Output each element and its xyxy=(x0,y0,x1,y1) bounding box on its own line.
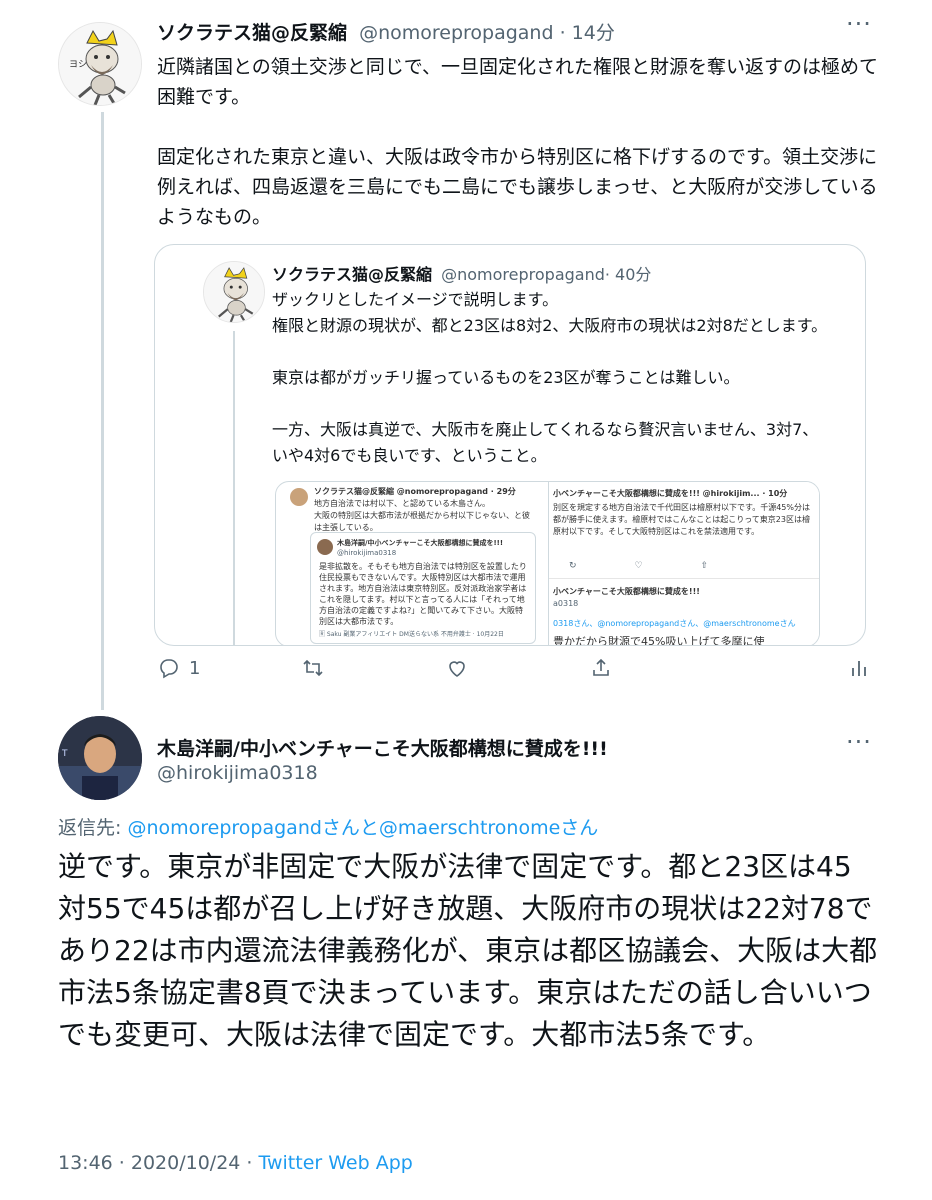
share-button[interactable] xyxy=(589,656,613,680)
tweet-time[interactable]: · 14分 xyxy=(560,22,615,44)
quoted-tweet-time: · 40分 xyxy=(604,265,652,284)
avatar[interactable]: ヨシ xyxy=(58,22,142,106)
retweet-icon xyxy=(303,659,323,677)
reply-target-links[interactable]: @nomorepropagandさんと@maerschtronomeさん xyxy=(127,817,598,839)
reply-prefix: 返信先: xyxy=(58,817,128,839)
screenshot-right-header: 小ベンチャーこそ大阪都構想に賛成を!!! @hirokijim... · 10分 xyxy=(553,489,788,498)
reply-context: 返信先: @nomorepropagandさんと@maerschtronomeさ… xyxy=(58,813,598,840)
tweet-text: 逆です。東京が非固定で大阪が法律で固定です。都と23区は45対55で45は都が召… xyxy=(58,850,878,1051)
profile-photo: T xyxy=(58,716,142,800)
author-handle[interactable]: @nomorepropagand xyxy=(359,22,553,44)
screenshot-right-panel: 小ベンチャーこそ大阪都構想に賛成を!!! @hirokijim... · 10分… xyxy=(548,482,819,646)
tweet-header: ソクラテス猫@反緊縮 @nomorepropagand · 14分 xyxy=(157,18,877,45)
screenshot-right-text: 別区を規定する地方自治法で千代田区は檜原村以下です。千源45%分は都が勝手に使え… xyxy=(553,503,810,536)
screenshot-left-line: 大阪の特別区は大都市法が根拠だから村以下じゃない、と彼は主張している。 xyxy=(314,511,530,532)
avatar xyxy=(203,261,265,323)
share-icon xyxy=(593,658,609,676)
author-handle[interactable]: @hirokijima0318 xyxy=(157,762,318,784)
reply-count: 1 xyxy=(189,657,201,679)
screenshot-right-reply: 0318さん、@nomorepropagandさん、@maerschtronom… xyxy=(553,619,796,628)
quoted-author-handle: @nomorepropagand xyxy=(441,265,605,284)
screenshot-right-text: 豊かだから財源で45%吸い上げて多摩に使 xyxy=(553,636,765,646)
thread-connector xyxy=(233,331,235,645)
thread-connector xyxy=(101,112,104,710)
analytics-button[interactable] xyxy=(847,656,871,680)
screenshot-left-header: ソクラテス猫@反緊縮 @nomorepropagand · 29分 xyxy=(314,487,516,496)
avatar[interactable]: T xyxy=(58,716,142,800)
tweet-action-bar: 1 xyxy=(157,656,877,692)
author-name[interactable]: 木島洋嗣/中小ベンチャーこそ大阪都構想に賛成を!!! xyxy=(157,734,608,761)
avatar xyxy=(317,539,333,555)
screenshot-right-header: 小ベンチャーこそ大阪都構想に賛成を!!! xyxy=(553,587,700,596)
cat-avatar-illustration xyxy=(204,262,264,322)
more-icon[interactable]: ··· xyxy=(846,728,872,756)
avatar xyxy=(290,488,308,506)
tweet-timestamp[interactable]: 13:46 · 2020/10/24 · xyxy=(58,1152,259,1174)
screenshot-card-text: 是非拡散を。そもそも地方自治法では特別区を設置したり住民投票もできないんです。大… xyxy=(319,562,527,626)
author-name[interactable]: ソクラテス猫@反緊縮 xyxy=(157,22,347,44)
cat-avatar-illustration: ヨシ xyxy=(59,23,141,105)
attached-screenshot-image[interactable]: ソクラテス猫@反緊縮 @nomorepropagand · 29分 地方自治法で… xyxy=(275,481,820,646)
retweet-button[interactable] xyxy=(301,656,325,680)
screenshot-right-handle: a0318 xyxy=(553,599,579,608)
screenshot-embedded-card: 木島洋嗣/中小ベンチャーこそ大阪都構想に賛成を!!! @hirokijima03… xyxy=(310,532,536,644)
tweet-source[interactable]: Twitter Web App xyxy=(259,1152,413,1174)
analytics-icon xyxy=(852,661,866,676)
reply-icon xyxy=(160,659,178,679)
quoted-author-name: ソクラテス猫@反緊縮 xyxy=(272,265,433,284)
screenshot-action-icons: ↻♡⇧ xyxy=(569,561,767,571)
like-icon xyxy=(449,661,465,677)
svg-text:T: T xyxy=(61,749,68,759)
quoted-tweet-text: ザックリとしたイメージで説明します。 権限と財源の現状が、都と23区は8対2、大… xyxy=(272,290,828,465)
screenshot-card-handle: @hirokijima0318 xyxy=(337,549,397,557)
screenshot-left-line: 地方自治法では村以下、と認めている木島さん。 xyxy=(314,499,490,508)
svg-text:ヨシ: ヨシ xyxy=(69,60,87,70)
quoted-tweet[interactable]: ソクラテス猫@反緊縮 @nomorepropagand· 40分 ザックリとした… xyxy=(154,244,866,646)
quoted-tweet-header: ソクラテス猫@反緊縮 @nomorepropagand· 40分 xyxy=(272,261,852,285)
reply-button[interactable]: 1 xyxy=(157,656,200,680)
tweet-text: 近隣諸国との領土交渉と同じで、一旦固定化された権限と財源を奪い返すのは極めて困難… xyxy=(157,56,879,228)
like-button[interactable] xyxy=(445,656,469,680)
more-icon[interactable]: ··· xyxy=(846,10,872,38)
tweet-metadata: 13:46 · 2020/10/24 · Twitter Web App xyxy=(58,1152,413,1174)
screenshot-card-footer: 🅁 Saku 副業アフィリエイト DM送らない系 不用弁護士 · 10月22日 xyxy=(319,631,504,638)
divider xyxy=(549,578,819,579)
